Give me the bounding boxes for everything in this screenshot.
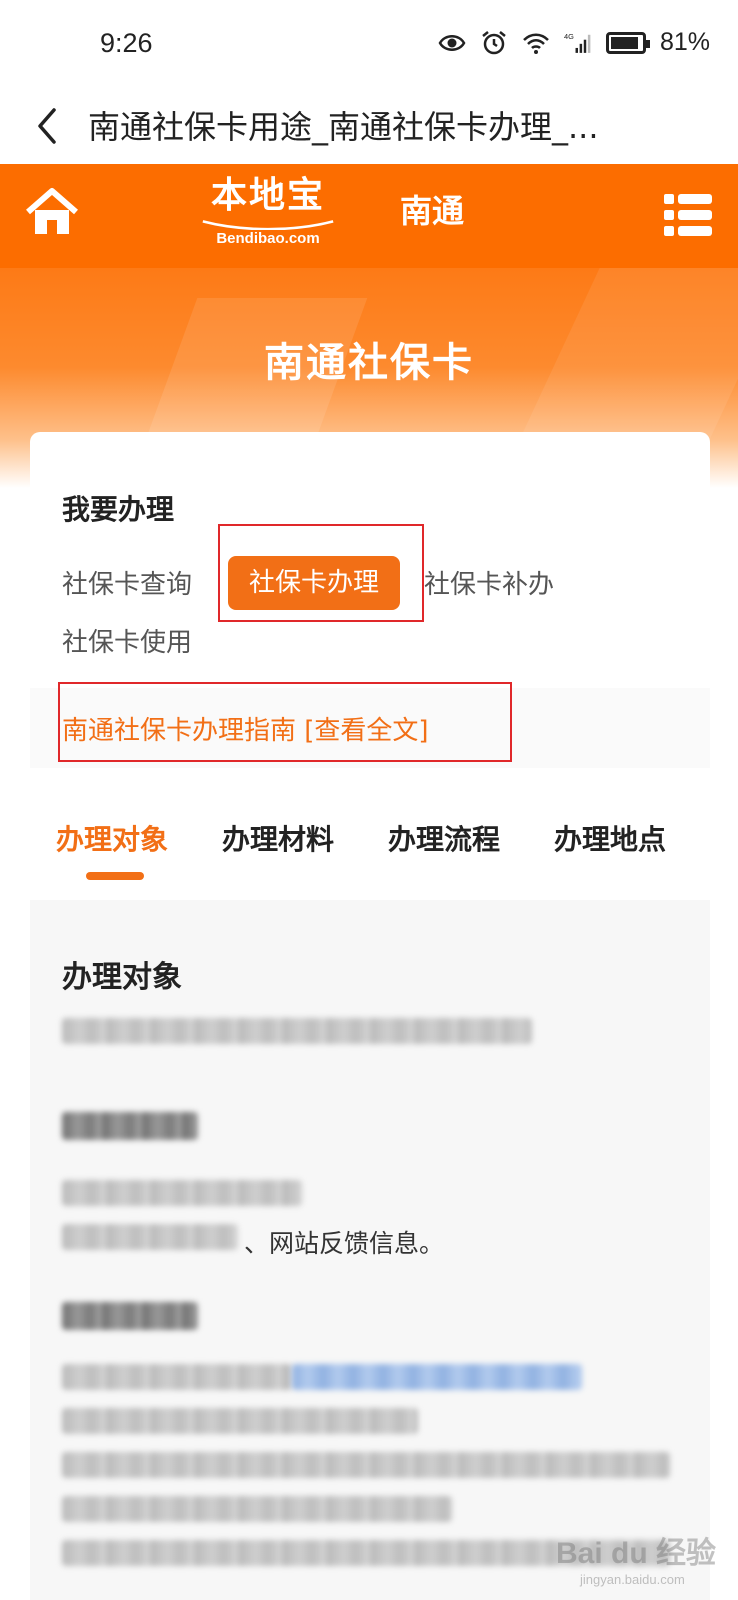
- blurred-text: [62, 1018, 532, 1044]
- back-arrow-icon[interactable]: [30, 104, 70, 148]
- battery-icon: [605, 31, 650, 54]
- logo-text: 本地宝: [210, 174, 325, 216]
- card-heading: 我要办理: [62, 493, 175, 526]
- option-card-reissue[interactable]: 社保卡补办: [424, 564, 554, 601]
- tab-process[interactable]: 办理流程: [388, 818, 500, 858]
- tab-target[interactable]: 办理对象: [56, 818, 168, 858]
- alarm-icon: [482, 30, 506, 54]
- site-logo[interactable]: 本地宝 Bendibao.com: [188, 172, 348, 260]
- active-tab-indicator: [86, 872, 144, 880]
- watermark-brand: Bai du 经验: [556, 1537, 717, 1570]
- content-heading: 办理对象: [62, 960, 182, 995]
- signal-icon: 4G: [564, 31, 591, 53]
- menu-icon[interactable]: [664, 192, 712, 238]
- highlight-box: [58, 682, 512, 762]
- status-icons: 4G 81%: [438, 28, 710, 57]
- hero-title: 南通社保卡: [264, 340, 474, 386]
- option-card-query[interactable]: 社保卡查询: [62, 564, 192, 601]
- status-time: 9:26: [100, 28, 153, 58]
- eye-icon: [438, 34, 466, 51]
- site-header: 本地宝 Bendibao.com 南通: [0, 164, 738, 268]
- blurred-heading: [62, 1112, 198, 1140]
- tab-bar: 办理对象 办理材料 办理流程 办理地点: [0, 808, 738, 888]
- content-panel: 办理对象 、网站反馈信息。: [30, 900, 710, 1600]
- title-bar: 南通社保卡用途_南通社保卡办理_...: [0, 88, 738, 164]
- blurred-heading: [62, 1302, 198, 1330]
- blurred-link: [292, 1364, 582, 1390]
- logo-swoosh-icon: [202, 220, 334, 230]
- option-card-usage[interactable]: 社保卡使用: [62, 622, 192, 659]
- blurred-text: [62, 1180, 302, 1206]
- tab-materials[interactable]: 办理材料: [222, 818, 334, 858]
- status-bar: 9:26 4G 81%: [0, 0, 738, 88]
- page-title: 南通社保卡用途_南通社保卡办理_...: [88, 108, 599, 146]
- wifi-icon: [523, 33, 549, 54]
- blurred-text: [62, 1496, 452, 1522]
- blurred-text: [62, 1224, 238, 1250]
- tab-location[interactable]: 办理地点: [554, 818, 666, 858]
- watermark-url: jingyan.baidu.com: [580, 1572, 685, 1587]
- watermark: Bai du 经验 jingyan.baidu.com: [556, 1528, 716, 1587]
- svg-text:4G: 4G: [564, 31, 574, 40]
- logo-domain: Bendibao.com: [216, 230, 320, 247]
- home-icon[interactable]: [24, 186, 80, 238]
- visible-text-fragment: 、网站反馈信息。: [244, 1229, 445, 1258]
- blurred-text: [62, 1364, 292, 1390]
- highlight-box: [218, 524, 424, 622]
- battery-percent: 81%: [659, 28, 710, 56]
- blurred-text: [62, 1452, 670, 1478]
- blurred-text: [62, 1408, 418, 1434]
- city-name[interactable]: 南通: [400, 186, 464, 232]
